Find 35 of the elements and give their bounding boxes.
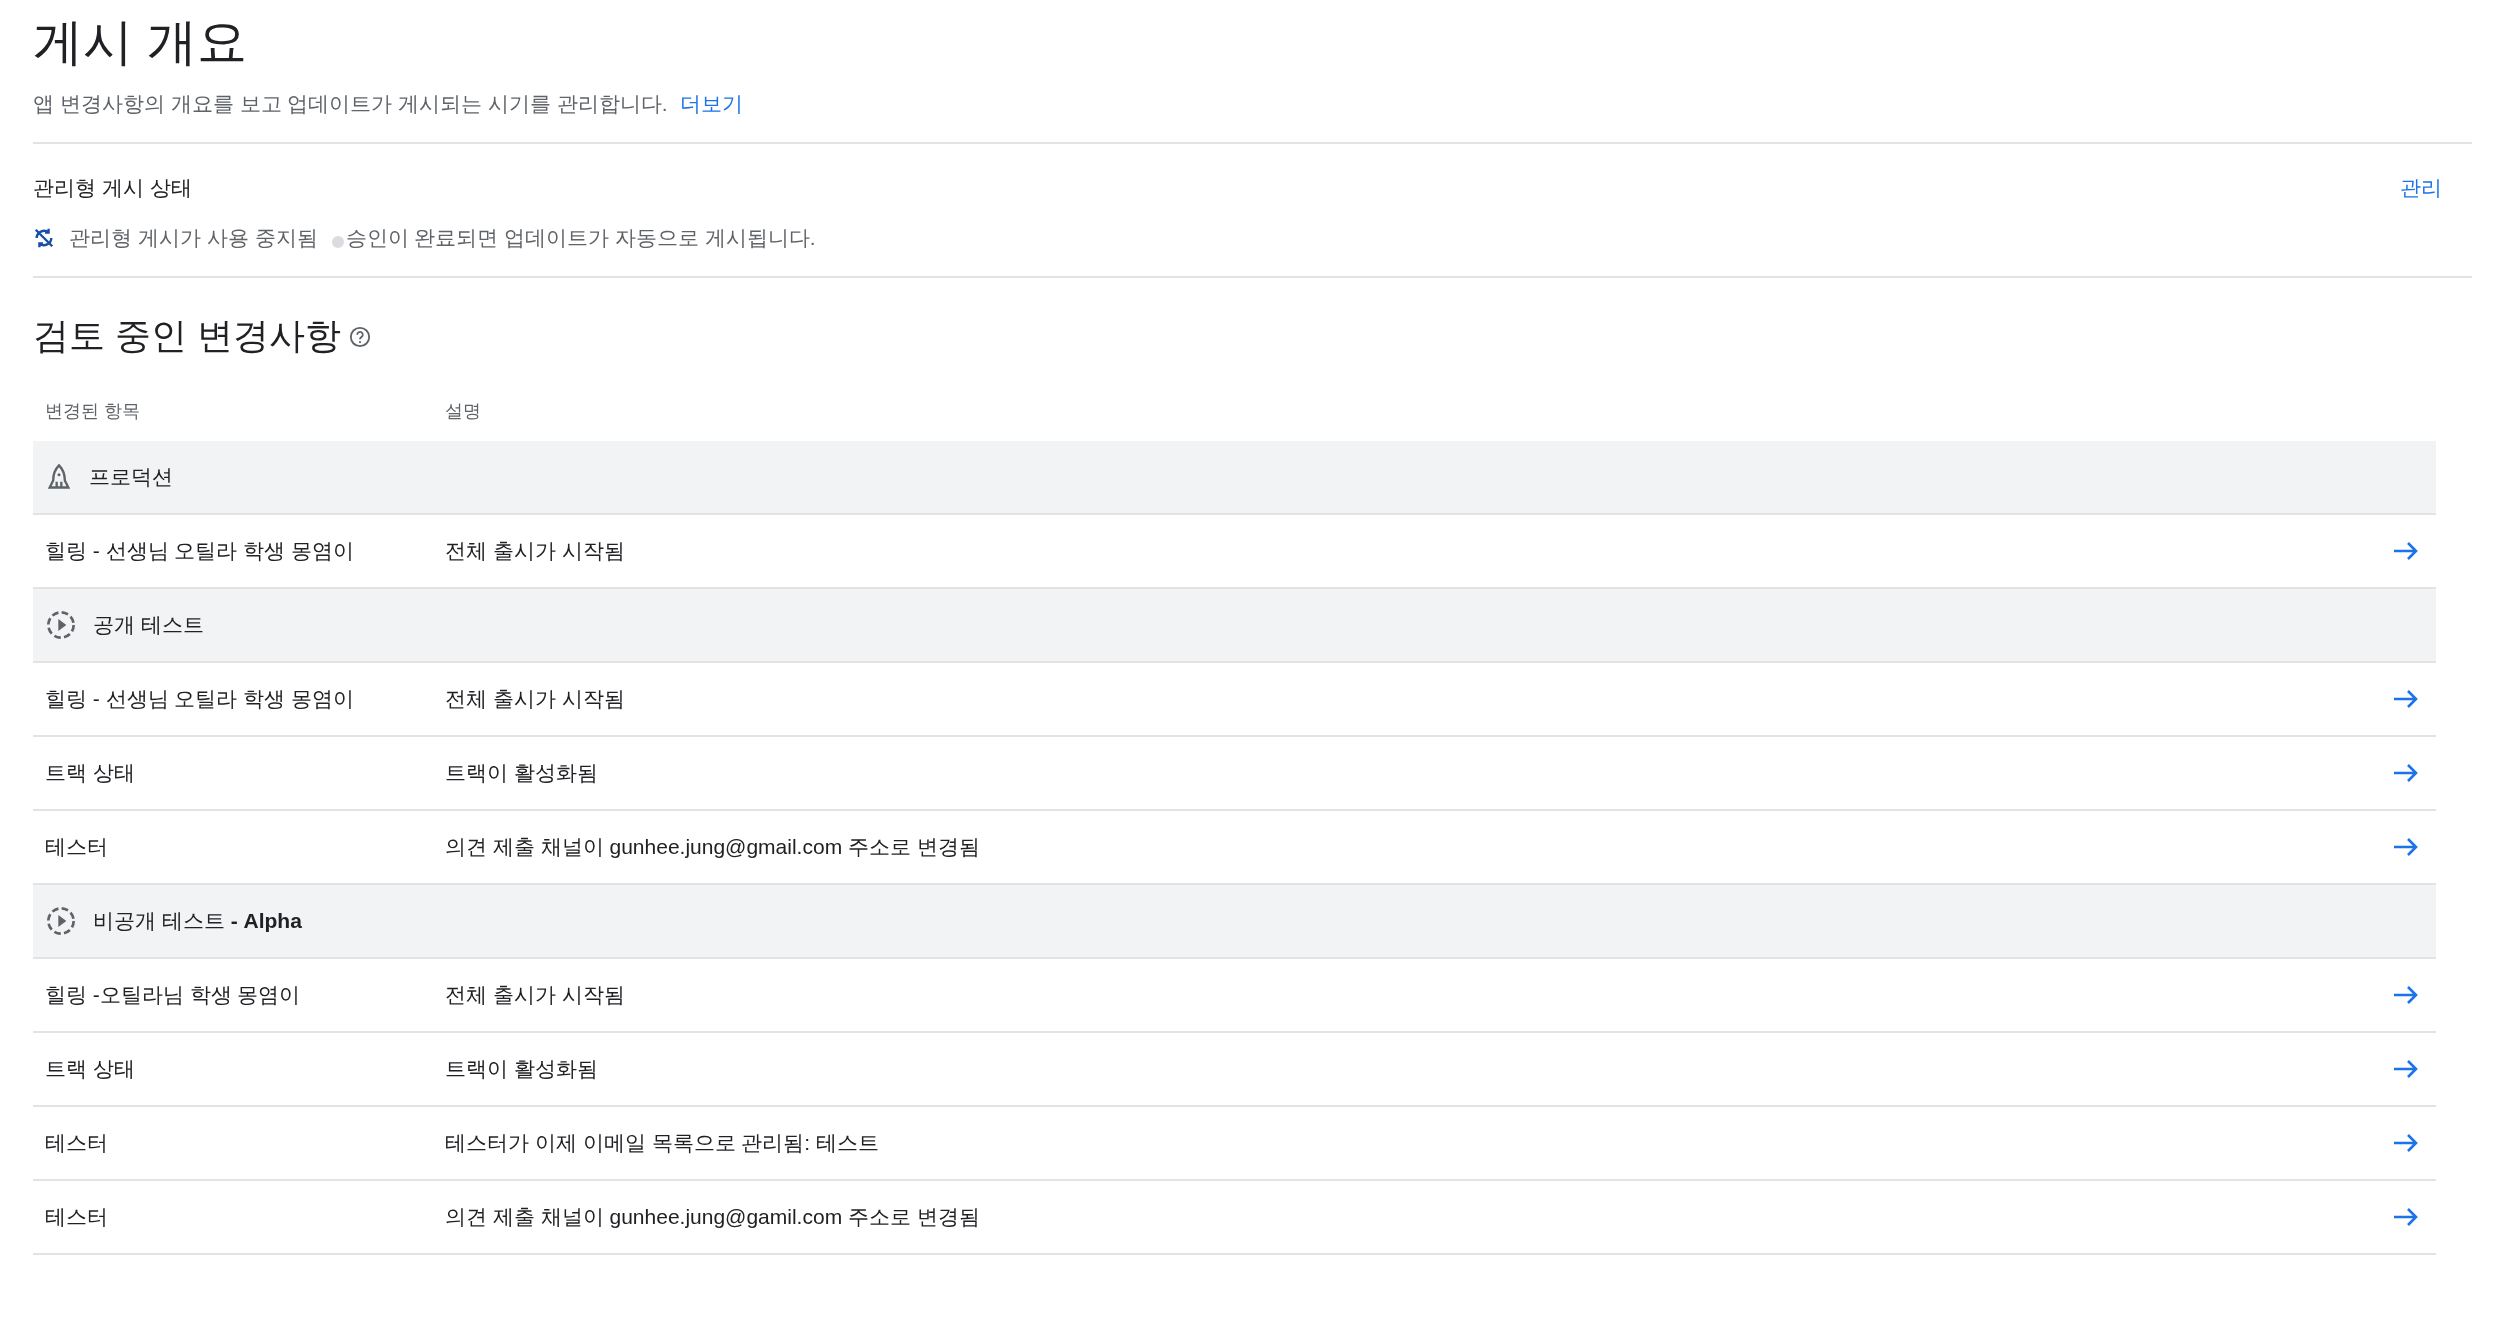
group-title: 공개 테스트: [93, 612, 204, 638]
page-subtitle: 앱 변경사항의 개요를 보고 업데이트가 게시되는 시기를 관리합니다.: [33, 91, 668, 117]
play-circle-icon: [45, 905, 77, 937]
group-title: 비공개 테스트 - Alpha: [93, 908, 302, 934]
table-cell-text: 테스터: [45, 834, 109, 860]
status-note: 승인이 완료되면 업데이트가 자동으로 게시됩니다.: [345, 225, 816, 251]
status-dot: [331, 236, 344, 248]
help-icon[interactable]: [349, 325, 371, 348]
table-cell-text: 테스터: [45, 1130, 109, 1156]
table-cell-text: 테스터가 이제 이메일 목록으로 관리됨: 테스트: [445, 1130, 880, 1156]
table-cell-text: 트랙 상태: [45, 1056, 136, 1082]
table-cell-text: 전체 출시가 시작됨: [445, 538, 626, 564]
status-text: 관리형 게시가 사용 중지됨: [69, 225, 318, 251]
table-cell-text: 전체 출시가 시작됨: [445, 686, 626, 712]
page-title: 게시 개요: [33, 13, 248, 72]
rocket-icon: [45, 463, 73, 491]
table-cell-text: 테스터: [45, 1204, 109, 1230]
play-circle-icon: [45, 609, 77, 641]
table-cell-text: 트랙 상태: [45, 760, 136, 786]
manage-link[interactable]: 관리: [2400, 174, 2442, 202]
column-header: 설명: [445, 400, 482, 423]
table-cell-text: 의견 제출 채널이 gunhee.jung@gmail.com 주소로 변경됨: [445, 834, 981, 860]
table-cell-text: 트랙이 활성화됨: [445, 1056, 599, 1082]
sync-disabled-icon: [33, 227, 55, 249]
table-cell-text: 힐링 - 선생님 오틸라 학생 몽염이: [45, 686, 356, 712]
group-title: 프로덕션: [89, 464, 173, 490]
learn-more-link[interactable]: 더보기: [679, 90, 743, 118]
table-cell-text: 트랙이 활성화됨: [445, 760, 599, 786]
column-header: 변경된 항목: [45, 400, 141, 423]
table-cell-text: 의견 제출 채널이 gunhee.jung@gamil.com 주소로 변경됨: [445, 1204, 981, 1230]
section-label: 관리형 게시 상태: [33, 175, 192, 201]
table-cell-text: 힐링 - 선생님 오틸라 학생 몽염이: [45, 538, 356, 564]
section-heading: 검토 중인 변경사항: [33, 314, 341, 358]
table-cell-text: 전체 출시가 시작됨: [445, 982, 626, 1008]
table-cell-text: 힐링 -오틸라님 학생 몽염이: [45, 982, 302, 1008]
